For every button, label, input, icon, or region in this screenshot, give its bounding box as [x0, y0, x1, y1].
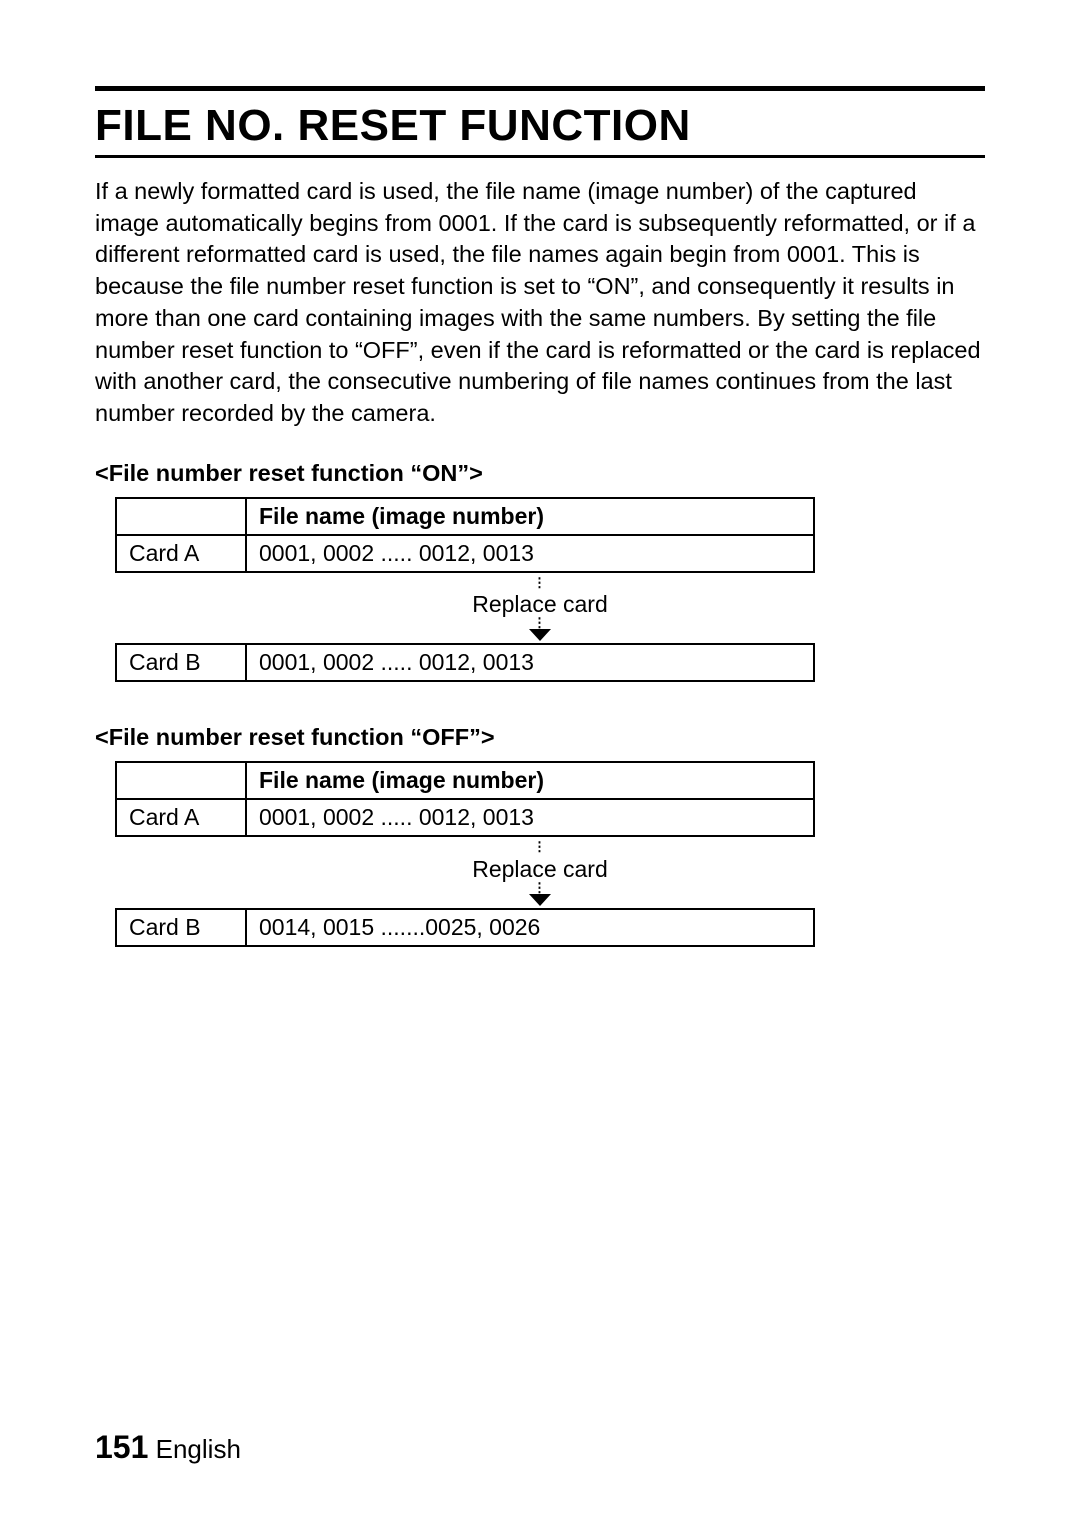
- table-on-top: File name (image number) Card A 0001, 00…: [115, 497, 815, 573]
- cell-card-b-value: 0001, 0002 ..... 0012, 0013: [246, 644, 814, 681]
- table-header-filename: File name (image number): [246, 762, 814, 799]
- page-footer: 151 English: [95, 1429, 241, 1466]
- cell-card-a-label: Card A: [116, 535, 246, 572]
- cell-card-a-value: 0001, 0002 ..... 0012, 0013: [246, 799, 814, 836]
- title-rule-bottom: [95, 155, 985, 158]
- vertical-dots-icon: ⁝: [95, 577, 985, 590]
- manual-page: FILE NO. RESET FUNCTION If a newly forma…: [0, 0, 1080, 1526]
- section-on-label: <File number reset function “ON”>: [95, 460, 985, 487]
- cell-card-a-label: Card A: [116, 799, 246, 836]
- body-paragraph: If a newly formatted card is used, the f…: [95, 176, 985, 430]
- table-off-top: File name (image number) Card A 0001, 00…: [115, 761, 815, 837]
- cell-card-b-label: Card B: [116, 909, 246, 946]
- page-title: FILE NO. RESET FUNCTION: [95, 101, 985, 151]
- table-header-blank: [116, 498, 246, 535]
- table-row: File name (image number): [116, 762, 814, 799]
- cell-card-b-label: Card B: [116, 644, 246, 681]
- cell-card-b-value: 0014, 0015 .......0025, 0026: [246, 909, 814, 946]
- table-row: Card B 0001, 0002 ..... 0012, 0013: [116, 644, 814, 681]
- cell-card-a-value: 0001, 0002 ..... 0012, 0013: [246, 535, 814, 572]
- title-rule-top: [95, 86, 985, 91]
- transition-on: ⁝ Replace card ⁝: [95, 577, 985, 641]
- table-row: File name (image number): [116, 498, 814, 535]
- footer-language: English: [156, 1434, 241, 1464]
- section-off-label: <File number reset function “OFF”>: [95, 724, 985, 751]
- table-header-filename: File name (image number): [246, 498, 814, 535]
- table-row: Card A 0001, 0002 ..... 0012, 0013: [116, 799, 814, 836]
- vertical-dots-icon: ⁝: [95, 883, 985, 894]
- transition-off: ⁝ Replace card ⁝: [95, 841, 985, 905]
- table-header-blank: [116, 762, 246, 799]
- table-off-bottom: Card B 0014, 0015 .......0025, 0026: [115, 908, 815, 947]
- table-row: Card B 0014, 0015 .......0025, 0026: [116, 909, 814, 946]
- table-row: Card A 0001, 0002 ..... 0012, 0013: [116, 535, 814, 572]
- arrow-down-icon: [529, 894, 551, 906]
- table-on-bottom: Card B 0001, 0002 ..... 0012, 0013: [115, 643, 815, 682]
- arrow-down-icon: [529, 629, 551, 641]
- page-number: 151: [95, 1429, 148, 1465]
- vertical-dots-icon: ⁝: [95, 841, 985, 854]
- vertical-dots-icon: ⁝: [95, 618, 985, 629]
